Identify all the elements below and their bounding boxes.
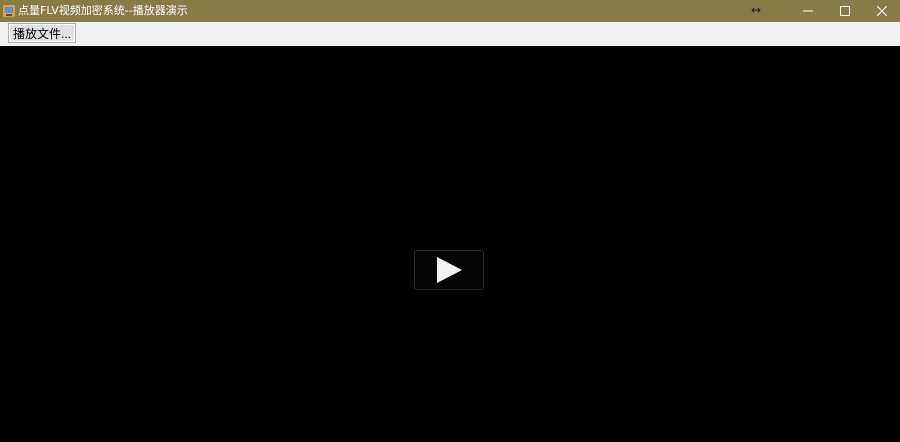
maximize-button[interactable]: [827, 0, 863, 22]
horizontal-resize-cursor-icon: ↔: [750, 3, 762, 17]
player-window: 点量FLV视频加密系统--播放器演示 ↔ 播放文件...: [0, 0, 900, 442]
toolbar: 播放文件...: [0, 22, 900, 46]
window-title: 点量FLV视频加密系统--播放器演示: [18, 4, 188, 17]
maximize-icon: [840, 6, 850, 16]
minimize-button[interactable]: [790, 0, 826, 22]
big-play-button[interactable]: [414, 250, 484, 290]
minimize-icon: [803, 10, 813, 12]
video-display-area[interactable]: [0, 46, 900, 442]
close-icon: [877, 6, 887, 16]
title-bar[interactable]: 点量FLV视频加密系统--播放器演示 ↔: [0, 0, 900, 22]
close-button[interactable]: [864, 0, 900, 22]
play-file-button[interactable]: 播放文件...: [8, 23, 76, 43]
play-icon: [437, 257, 462, 283]
app-icon: [3, 5, 15, 17]
